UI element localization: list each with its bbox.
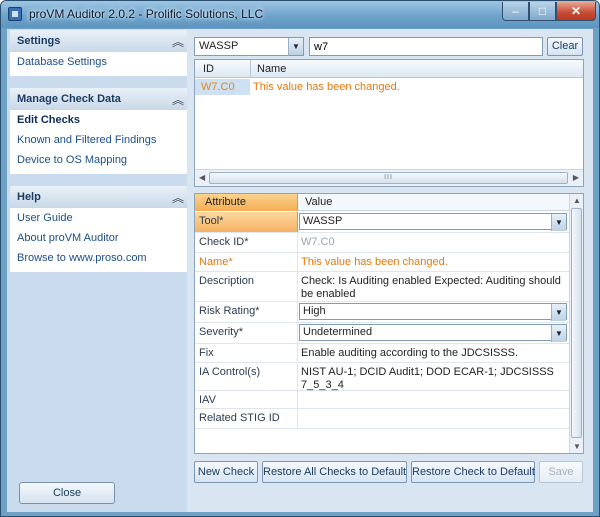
sidebar: Settings ︽ Database Settings Manage Chec… bbox=[7, 29, 187, 512]
section-header-help[interactable]: Help ︽ bbox=[10, 186, 187, 208]
restore-check-button[interactable]: Restore Check to Default bbox=[411, 461, 535, 483]
settings-section: Settings ︽ Database Settings bbox=[10, 30, 187, 76]
close-button[interactable]: Close bbox=[19, 482, 115, 504]
double-chevron-up-icon[interactable]: ︽ bbox=[172, 189, 184, 206]
help-section: Help ︽ User Guide About proVM Auditor Br… bbox=[10, 186, 187, 272]
manage-check-data-section: Manage Check Data ︽ Edit Checks Known an… bbox=[10, 88, 187, 174]
nav-database-settings[interactable]: Database Settings bbox=[10, 52, 187, 72]
property-label: Related STIG ID bbox=[195, 409, 298, 428]
property-label: IAV bbox=[195, 391, 298, 408]
chevron-down-icon[interactable]: ▼ bbox=[551, 304, 566, 321]
property-value: W7.C0 bbox=[301, 236, 335, 248]
double-chevron-up-icon[interactable]: ︽ bbox=[172, 33, 184, 50]
nav-user-guide[interactable]: User Guide bbox=[10, 208, 187, 228]
property-value: Enable auditing according to the JDCSISS… bbox=[301, 347, 519, 359]
checks-grid: ID Name W7.C0 This value has been change… bbox=[194, 59, 584, 187]
chevron-down-icon[interactable]: ▼ bbox=[288, 38, 303, 55]
section-header-manage-check-data[interactable]: Manage Check Data ︽ bbox=[10, 88, 187, 110]
grid-header: ID Name bbox=[195, 60, 583, 78]
property-row-description[interactable]: Description Check: Is Auditing enabled E… bbox=[195, 272, 570, 302]
property-value: Check: Is Auditing enabled Expected: Aud… bbox=[301, 275, 561, 300]
attribute-column-header[interactable]: Attribute bbox=[195, 194, 298, 211]
property-row-fix[interactable]: Fix Enable auditing according to the JDC… bbox=[195, 344, 570, 363]
nav-device-os-mapping[interactable]: Device to OS Mapping bbox=[10, 150, 187, 170]
row-name: This value has been changed. bbox=[253, 81, 400, 93]
severity-combo[interactable]: Undetermined ▼ bbox=[299, 324, 567, 342]
double-chevron-up-icon[interactable]: ︽ bbox=[172, 91, 184, 108]
combo-value: High bbox=[303, 305, 326, 317]
combo-value: Undetermined bbox=[303, 326, 373, 338]
property-label: Risk Rating* bbox=[195, 302, 298, 322]
property-row-check-id[interactable]: Check ID* W7.C0 bbox=[195, 233, 570, 253]
nav-known-filtered-findings[interactable]: Known and Filtered Findings bbox=[10, 130, 187, 150]
scroll-grip-icon: III bbox=[384, 174, 393, 181]
scroll-thumb[interactable] bbox=[571, 208, 582, 438]
combo-value: WASSP bbox=[303, 215, 343, 227]
nav-about[interactable]: About proVM Auditor bbox=[10, 228, 187, 248]
scroll-thumb[interactable]: III bbox=[209, 172, 568, 184]
property-label: Tool* bbox=[195, 212, 298, 232]
title-bar[interactable]: proVM Auditor 2.0.2 - Prolific Solutions… bbox=[1, 1, 599, 28]
column-header-id[interactable]: ID bbox=[203, 63, 214, 75]
property-row-name[interactable]: Name* This value has been changed. bbox=[195, 253, 570, 272]
section-title: Settings bbox=[17, 35, 61, 47]
maximize-button[interactable]: □ bbox=[529, 2, 556, 21]
scroll-left-icon[interactable]: ◀ bbox=[199, 173, 205, 182]
chevron-down-icon[interactable]: ▼ bbox=[551, 325, 566, 342]
column-divider[interactable] bbox=[250, 60, 251, 78]
property-value: NIST AU-1; DCID Audit1; DOD ECAR-1; JDCS… bbox=[301, 366, 554, 391]
nav-edit-checks[interactable]: Edit Checks bbox=[10, 110, 187, 130]
nav-browse-website[interactable]: Browse to www.proso.com bbox=[10, 248, 187, 268]
scroll-down-icon[interactable]: ▼ bbox=[573, 442, 581, 451]
property-label: IA Control(s) bbox=[195, 363, 298, 390]
section-title: Help bbox=[17, 191, 41, 203]
horizontal-scrollbar[interactable]: ◀ III ▶ bbox=[195, 169, 583, 186]
clear-button[interactable]: Clear bbox=[547, 37, 583, 56]
client-area: Settings ︽ Database Settings Manage Chec… bbox=[7, 29, 593, 512]
tool-select[interactable]: WASSP ▼ bbox=[194, 37, 304, 56]
property-label: Fix bbox=[195, 344, 298, 362]
property-row-tool[interactable]: Tool* WASSP ▼ bbox=[195, 212, 570, 233]
risk-rating-combo[interactable]: High ▼ bbox=[299, 303, 567, 321]
property-row-related-stig-id[interactable]: Related STIG ID bbox=[195, 409, 570, 429]
tool-combo[interactable]: WASSP ▼ bbox=[299, 213, 567, 231]
property-row-severity[interactable]: Severity* Undetermined ▼ bbox=[195, 323, 570, 344]
close-window-button[interactable]: ✕ bbox=[556, 2, 596, 21]
property-label: Description bbox=[195, 272, 298, 301]
app-window: proVM Auditor 2.0.2 - Prolific Solutions… bbox=[0, 0, 600, 517]
section-header-settings[interactable]: Settings ︽ bbox=[10, 30, 187, 52]
property-row-risk-rating[interactable]: Risk Rating* High ▼ bbox=[195, 302, 570, 323]
table-row[interactable]: W7.C0 This value has been changed. bbox=[195, 79, 583, 95]
property-label: Check ID* bbox=[195, 233, 298, 252]
section-title: Manage Check Data bbox=[17, 93, 121, 105]
save-button[interactable]: Save bbox=[539, 461, 583, 483]
app-icon bbox=[8, 7, 22, 21]
property-grid-header: Attribute Value bbox=[195, 194, 570, 211]
scroll-right-icon[interactable]: ▶ bbox=[573, 173, 579, 182]
scroll-up-icon[interactable]: ▲ bbox=[573, 196, 581, 205]
minimize-button[interactable]: – bbox=[502, 2, 529, 21]
vertical-scrollbar[interactable]: ▲ ▼ bbox=[569, 194, 583, 453]
value-column-header[interactable]: Value bbox=[305, 196, 332, 208]
row-id: W7.C0 bbox=[195, 79, 250, 95]
window-title: proVM Auditor 2.0.2 - Prolific Solutions… bbox=[29, 7, 264, 21]
property-row-ia-controls[interactable]: IA Control(s) NIST AU-1; DCID Audit1; DO… bbox=[195, 363, 570, 391]
property-label: Name* bbox=[195, 253, 298, 271]
chevron-down-icon[interactable]: ▼ bbox=[551, 214, 566, 231]
new-check-button[interactable]: New Check bbox=[194, 461, 258, 483]
column-header-name[interactable]: Name bbox=[257, 63, 286, 75]
property-label: Severity* bbox=[195, 323, 298, 343]
restore-all-checks-button[interactable]: Restore All Checks to Default bbox=[262, 461, 407, 483]
property-grid: Attribute Value Tool* WASSP ▼ Check ID* … bbox=[194, 193, 584, 454]
tool-select-value: WASSP bbox=[199, 40, 239, 52]
property-row-iav[interactable]: IAV bbox=[195, 391, 570, 409]
search-input[interactable] bbox=[309, 37, 543, 56]
property-value: This value has been changed. bbox=[301, 256, 448, 268]
